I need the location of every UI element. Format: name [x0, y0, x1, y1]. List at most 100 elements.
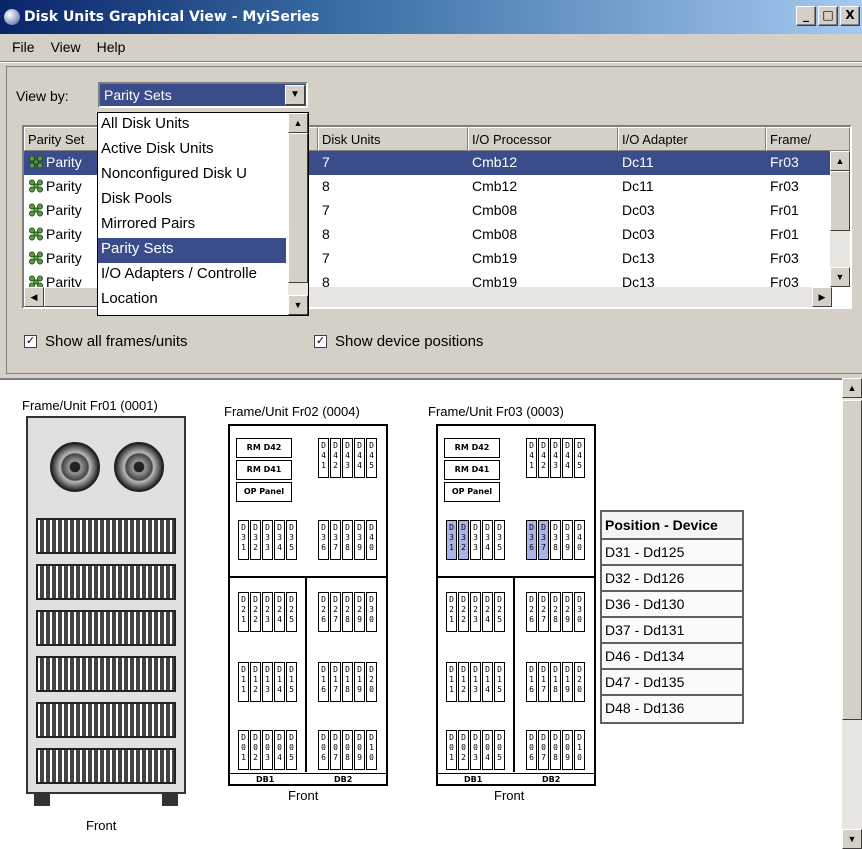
disk-slot[interactable]: D20 — [366, 662, 377, 702]
disk-slot[interactable]: D03 — [470, 730, 481, 770]
disk-slot[interactable]: D21 — [238, 592, 249, 632]
disk-slot[interactable]: D38 — [342, 520, 353, 560]
checkmark-icon[interactable]: ✓ — [314, 335, 327, 348]
disk-slot[interactable]: D26 — [526, 592, 537, 632]
disk-slot[interactable]: D20 — [574, 662, 585, 702]
disk-slot[interactable]: D44 — [354, 438, 365, 478]
disk-slot[interactable]: D25 — [494, 592, 505, 632]
disk-slot[interactable]: D10 — [366, 730, 377, 770]
frame-fr02-diagram[interactable]: RM D42 RM D41 OP Panel D 4 1 D 4 2 D 4 3 D 4 4 D 4 5 D 3 1 D 3… — [228, 424, 388, 786]
disk-slot[interactable]: D39 — [354, 520, 365, 560]
disk-slot[interactable]: D43 — [550, 438, 561, 478]
disk-slot[interactable]: D15 — [286, 662, 297, 702]
disk-slot[interactable]: D29 — [562, 592, 573, 632]
disk-slot[interactable]: D16 — [318, 662, 329, 702]
disk-slot[interactable]: D31 — [238, 520, 249, 560]
disk-slot[interactable]: D26 — [318, 592, 329, 632]
disk-slot[interactable]: D02 — [250, 730, 261, 770]
frame-fr01-image[interactable] — [26, 416, 186, 806]
disk-slot[interactable]: D19 — [354, 662, 365, 702]
dropdown-scroll-down-icon[interactable]: ▼ — [288, 295, 308, 315]
disk-slot[interactable]: D27 — [538, 592, 549, 632]
menu-view[interactable]: View — [43, 39, 89, 55]
disk-slot[interactable]: D45 — [366, 438, 377, 478]
rm-box[interactable]: RM D42 — [236, 438, 292, 458]
chevron-down-icon[interactable]: ▼ — [285, 85, 305, 105]
dropdown-option[interactable]: Location — [98, 288, 286, 313]
disk-slot[interactable]: D30 — [574, 592, 585, 632]
disk-slot[interactable]: D05 — [286, 730, 297, 770]
disk-slot[interactable]: D39 — [562, 520, 573, 560]
disk-slot[interactable]: D31 — [446, 520, 457, 560]
rm-box[interactable]: RM D42 — [444, 438, 500, 458]
rm-box[interactable]: RM D41 — [444, 460, 500, 480]
scroll-up-icon[interactable]: ▲ — [842, 378, 862, 398]
position-device-row[interactable]: D36 - Dd130 — [602, 592, 742, 618]
disk-slot[interactable]: D18 — [550, 662, 561, 702]
disk-slot[interactable]: D41 — [526, 438, 537, 478]
position-device-row[interactable]: D31 - Dd125 — [602, 540, 742, 566]
disk-slot[interactable]: D12 — [250, 662, 261, 702]
graphical-vscroll-thumb[interactable] — [842, 400, 862, 720]
position-device-row[interactable]: D37 - Dd131 — [602, 618, 742, 644]
disk-slot[interactable]: D25 — [286, 592, 297, 632]
disk-slot[interactable]: D11 — [446, 662, 457, 702]
disk-slot[interactable]: D28 — [342, 592, 353, 632]
dropdown-scroll-up-icon[interactable]: ▲ — [288, 113, 308, 133]
disk-slot[interactable]: D13 — [470, 662, 481, 702]
show-device-positions-checkbox[interactable]: ✓ Show device positions — [314, 333, 483, 350]
disk-slot[interactable]: D28 — [550, 592, 561, 632]
disk-slot[interactable]: D01 — [446, 730, 457, 770]
disk-slot[interactable]: D14 — [482, 662, 493, 702]
col-frame[interactable]: Frame/ — [766, 127, 850, 151]
scroll-left-icon[interactable]: ◀ — [24, 287, 44, 307]
col-io-adapter[interactable]: I/O Adapter — [618, 127, 766, 151]
checkmark-icon[interactable]: ✓ — [24, 335, 37, 348]
dropdown-option[interactable]: Active Disk Units — [98, 138, 286, 163]
disk-slot[interactable]: D08 — [342, 730, 353, 770]
disk-slot[interactable]: D17 — [538, 662, 549, 702]
scroll-up-icon[interactable]: ▲ — [830, 151, 850, 171]
disk-slot[interactable]: D45 — [574, 438, 585, 478]
disk-slot[interactable]: D37 — [330, 520, 341, 560]
disk-slot[interactable]: D38 — [550, 520, 561, 560]
disk-slot[interactable]: D24 — [274, 592, 285, 632]
graphical-vscroll[interactable]: ▲ ▼ — [842, 378, 862, 849]
disk-slot[interactable]: D09 — [562, 730, 573, 770]
disk-slot[interactable]: D23 — [470, 592, 481, 632]
disk-slot[interactable]: D04 — [482, 730, 493, 770]
table-vscroll-thumb[interactable] — [830, 171, 850, 231]
disk-slot[interactable]: D06 — [526, 730, 537, 770]
disk-slot[interactable]: D18 — [342, 662, 353, 702]
disk-slot[interactable]: D30 — [366, 592, 377, 632]
minimize-button[interactable]: _ — [796, 6, 816, 26]
disk-slot[interactable]: D11 — [238, 662, 249, 702]
menu-help[interactable]: Help — [89, 39, 134, 55]
disk-slot[interactable]: D06 — [318, 730, 329, 770]
disk-slot[interactable]: D42 — [538, 438, 549, 478]
disk-slot[interactable]: D17 — [330, 662, 341, 702]
position-device-row[interactable]: D47 - Dd135 — [602, 670, 742, 696]
view-by-combo[interactable]: Parity Sets ▼ — [98, 82, 308, 108]
disk-slot[interactable]: D36 — [526, 520, 537, 560]
disk-slot[interactable]: D32 — [250, 520, 261, 560]
dropdown-option[interactable]: Parity Sets — [98, 238, 286, 263]
dropdown-scroll-thumb[interactable] — [288, 133, 308, 283]
col-io-processor[interactable]: I/O Processor — [468, 127, 618, 151]
disk-slot[interactable]: D36 — [318, 520, 329, 560]
disk-slot[interactable]: D41 — [318, 438, 329, 478]
position-device-row[interactable]: D32 - Dd126 — [602, 566, 742, 592]
disk-slot[interactable]: D12 — [458, 662, 469, 702]
disk-slot[interactable]: D21 — [446, 592, 457, 632]
disk-slot[interactable]: D07 — [538, 730, 549, 770]
frame-fr03-diagram[interactable]: RM D42 RM D41 OP Panel D 4 1 D 4 2 D 4 3 D 4 4 D 4 5 D 3 1 D 3… — [436, 424, 596, 786]
disk-slot[interactable]: D42 — [330, 438, 341, 478]
menu-file[interactable]: File — [4, 39, 43, 55]
disk-slot[interactable]: D43 — [342, 438, 353, 478]
disk-slot[interactable]: D01 — [238, 730, 249, 770]
dropdown-option[interactable]: Nonconfigured Disk U — [98, 163, 286, 188]
scroll-down-icon[interactable]: ▼ — [830, 267, 850, 287]
disk-slot[interactable]: D44 — [562, 438, 573, 478]
disk-slot[interactable]: D07 — [330, 730, 341, 770]
disk-slot[interactable]: D24 — [482, 592, 493, 632]
